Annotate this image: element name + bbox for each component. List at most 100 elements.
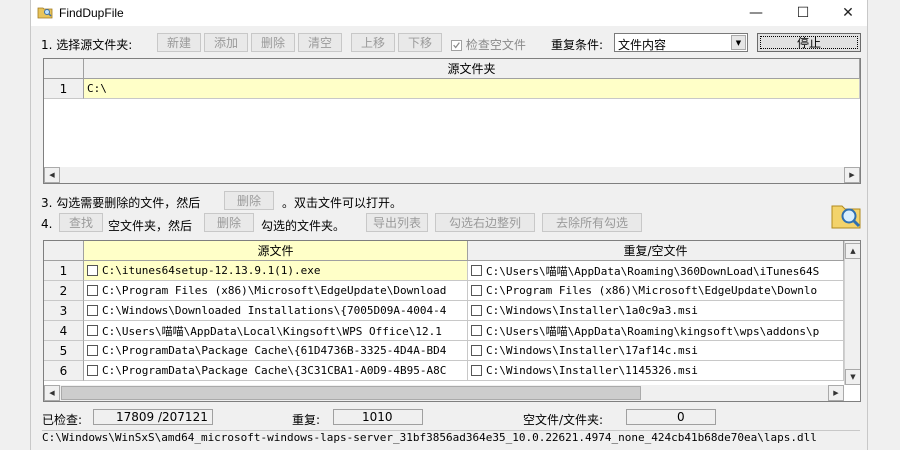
duplicate-file-cell[interactable]: C:\Windows\Installer\1a0c9a3.msi	[468, 301, 844, 321]
result-grid: 源文件 重复/空文件 1 C:\itunes64setup-12.13.9.1(…	[43, 240, 861, 402]
duplicate-file-cell[interactable]: C:\Users\喵喵\AppData\Roaming\360DownLoad\…	[468, 261, 844, 281]
grid-corner	[44, 241, 84, 261]
add-button[interactable]: 添加	[204, 33, 248, 52]
delete-folders-button[interactable]: 删除	[204, 213, 254, 232]
checked-folders-text: 勾选的文件夹。	[261, 219, 346, 233]
source-file-path: C:\Windows\Downloaded Installations\{700…	[102, 304, 447, 317]
checkbox-checked-icon	[451, 40, 462, 51]
duplicate-file-path: C:\Program Files (x86)\Microsoft\EdgeUpd…	[486, 284, 818, 297]
source-folder-header[interactable]: 源文件夹	[84, 59, 860, 79]
delete-folder-button[interactable]: 删除	[251, 33, 295, 52]
checkbox[interactable]	[471, 365, 482, 376]
duplicate-file-path: C:\Users\喵喵\AppData\Roaming\kingsoft\wps…	[486, 324, 820, 338]
source-file-cell[interactable]: C:\Users\喵喵\AppData\Local\Kingsoft\WPS O…	[84, 321, 468, 341]
duplicate-label: 重复:	[292, 413, 321, 427]
source-file-path: C:\Program Files (x86)\Microsoft\EdgeUpd…	[102, 284, 447, 297]
hscroll-thumb[interactable]	[61, 386, 641, 400]
source-folder-grid: 源文件夹 1 C:\ ◀ ▶	[43, 58, 861, 184]
source-file-cell[interactable]: C:\Windows\Downloaded Installations\{700…	[84, 301, 468, 321]
duplicate-count: 1010	[333, 409, 423, 425]
duplicate-file-cell[interactable]: C:\Windows\Installer\17af14c.msi	[468, 341, 844, 361]
duplicate-file-path: C:\Windows\Installer\1145326.msi	[486, 364, 698, 377]
checkbox[interactable]	[471, 265, 482, 276]
duplicate-file-path: C:\Users\喵喵\AppData\Roaming\360DownLoad\…	[486, 264, 820, 278]
condition-select[interactable]: 文件内容 ▼	[614, 33, 748, 52]
checkbox[interactable]	[471, 285, 482, 296]
duplicate-file-header[interactable]: 重复/空文件	[468, 241, 844, 261]
new-button[interactable]: 新建	[157, 33, 201, 52]
step3-hint: 。双击文件可以打开。	[282, 196, 403, 210]
scroll-down-icon[interactable]: ▼	[845, 369, 860, 385]
chevron-down-icon[interactable]: ▼	[731, 35, 746, 50]
source-file-path: C:\ProgramData\Package Cache\{3C31CBA1-A…	[102, 364, 447, 377]
row-number: 4	[44, 321, 84, 341]
duplicate-file-path: C:\Windows\Installer\17af14c.msi	[486, 344, 698, 357]
move-down-button[interactable]: 下移	[398, 33, 442, 52]
source-file-cell[interactable]: C:\ProgramData\Package Cache\{3C31CBA1-A…	[84, 361, 468, 381]
step1-label: 1. 选择源文件夹:	[41, 38, 133, 52]
checkbox[interactable]	[87, 265, 98, 276]
app-window: FindDupFile — ☐ ✕ 1. 选择源文件夹: 新建 添加 删除 清空…	[30, 0, 868, 450]
close-button[interactable]: ✕	[826, 0, 870, 26]
export-list-button[interactable]: 导出列表	[366, 213, 428, 232]
source-file-path: C:\ProgramData\Package Cache\{61D4736B-3…	[102, 344, 447, 357]
scroll-right-icon[interactable]: ▶	[828, 385, 844, 401]
find-button[interactable]: 查找	[59, 213, 103, 232]
current-scan-path: C:\Windows\WinSxS\amd64_microsoft-window…	[42, 430, 860, 445]
checkbox[interactable]	[471, 305, 482, 316]
row-number: 1	[44, 261, 84, 281]
folder-magnifier-icon	[37, 7, 53, 19]
delete-files-button[interactable]: 删除	[224, 191, 274, 210]
checkbox[interactable]	[87, 285, 98, 296]
checkbox[interactable]	[471, 325, 482, 336]
duplicate-file-cell[interactable]: C:\Program Files (x86)\Microsoft\EdgeUpd…	[468, 281, 844, 301]
row-number: 6	[44, 361, 84, 381]
scroll-left-icon[interactable]: ◀	[44, 167, 60, 183]
row-number: 3	[44, 301, 84, 321]
move-up-button[interactable]: 上移	[351, 33, 395, 52]
empty-folder-text: 空文件夹，然后	[108, 219, 193, 233]
source-hscrollbar[interactable]: ◀ ▶	[44, 167, 860, 183]
clear-button[interactable]: 清空	[298, 33, 342, 52]
source-folder-cell[interactable]: C:\	[84, 79, 860, 99]
source-file-cell[interactable]: C:\Program Files (x86)\Microsoft\EdgeUpd…	[84, 281, 468, 301]
minimize-button[interactable]: —	[734, 0, 778, 26]
check-empty-label: 检查空文件	[465, 38, 526, 52]
check-empty-checkbox[interactable]: 检查空文件	[451, 36, 526, 53]
checkbox[interactable]	[471, 345, 482, 356]
empty-label: 空文件/文件夹:	[523, 413, 604, 427]
row-number: 1	[44, 79, 84, 99]
step4-label: 4.	[41, 217, 53, 231]
checkbox[interactable]	[87, 345, 98, 356]
scroll-up-icon[interactable]: ▲	[845, 243, 860, 259]
condition-value: 文件内容	[618, 38, 667, 52]
checkbox[interactable]	[87, 305, 98, 316]
empty-count: 0	[626, 409, 716, 425]
checkbox[interactable]	[87, 365, 98, 376]
search-folder-icon[interactable]	[829, 198, 863, 232]
result-vscrollbar[interactable]: ▲ ▼	[844, 241, 860, 385]
stop-button[interactable]: 停止	[757, 33, 861, 52]
clear-all-checks-button[interactable]: 去除所有勾选	[542, 213, 642, 232]
window-title: FindDupFile	[59, 6, 124, 20]
source-file-cell[interactable]: C:\ProgramData\Package Cache\{61D4736B-3…	[84, 341, 468, 361]
checkbox[interactable]	[87, 325, 98, 336]
duplicate-file-cell[interactable]: C:\Windows\Installer\1145326.msi	[468, 361, 844, 381]
row-number: 5	[44, 341, 84, 361]
grid-corner	[44, 59, 84, 79]
maximize-button[interactable]: ☐	[781, 0, 825, 26]
duplicate-file-cell[interactable]: C:\Users\喵喵\AppData\Roaming\kingsoft\wps…	[468, 321, 844, 341]
duplicate-file-path: C:\Windows\Installer\1a0c9a3.msi	[486, 304, 698, 317]
scroll-right-icon[interactable]: ▶	[844, 167, 860, 183]
source-file-path: C:\Users\喵喵\AppData\Local\Kingsoft\WPS O…	[102, 324, 442, 338]
check-right-column-button[interactable]: 勾选右边整列	[435, 213, 535, 232]
source-file-path: C:\itunes64setup-12.13.9.1(1).exe	[102, 264, 321, 277]
source-file-header[interactable]: 源文件	[84, 241, 468, 261]
title-bar: FindDupFile — ☐ ✕	[31, 0, 867, 26]
condition-label: 重复条件:	[551, 38, 604, 52]
source-file-cell[interactable]: C:\itunes64setup-12.13.9.1(1).exe	[84, 261, 468, 281]
scroll-left-icon[interactable]: ◀	[44, 385, 60, 401]
result-hscrollbar[interactable]: ◀ ▶	[44, 385, 844, 401]
checked-label: 已检查:	[42, 413, 83, 427]
step3-label: 3. 勾选需要删除的文件，然后	[41, 196, 201, 210]
